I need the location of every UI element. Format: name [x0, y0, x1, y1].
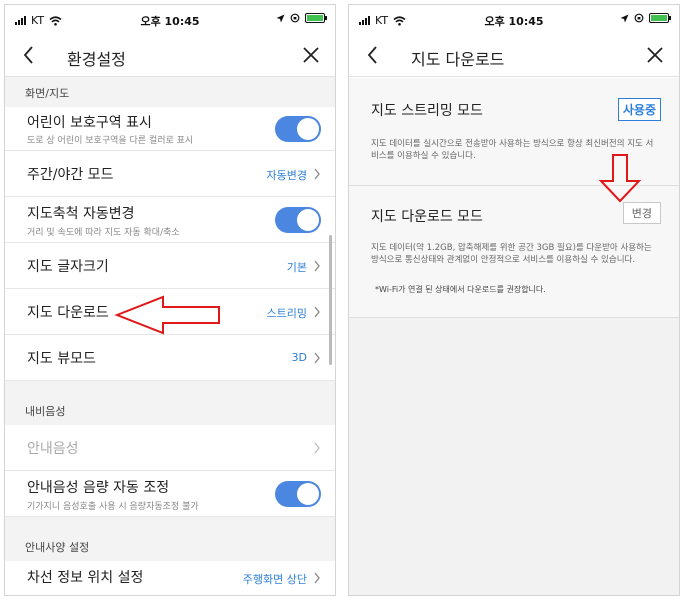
- back-arrow-icon[interactable]: [17, 43, 41, 67]
- row-label: 안내음성 음량 자동 조정: [27, 480, 170, 496]
- row-description: 기가지니 음성호출 사용 시 음량자동조정 불가: [27, 502, 199, 512]
- close-icon[interactable]: [299, 43, 323, 67]
- page-title: 지도 다운로드: [411, 50, 505, 69]
- rotation-lock-icon: [634, 13, 644, 23]
- row-value: 주행화면 상단: [242, 573, 307, 586]
- chevron-right-icon: [314, 168, 320, 180]
- row-lane-info[interactable]: 차선 정보 위치 설정 주행화면 상단: [5, 561, 335, 595]
- chevron-right-icon: [314, 306, 320, 318]
- auto-scale-toggle[interactable]: [275, 207, 321, 233]
- chevron-right-icon: [314, 260, 320, 272]
- location-icon: [276, 14, 285, 22]
- location-icon: [620, 14, 629, 22]
- status-bar: KT 오후 10:45: [349, 5, 679, 35]
- row-value: 기본: [286, 261, 307, 274]
- row-label: 지도 글자크기: [27, 259, 109, 275]
- voice-volume-toggle[interactable]: [275, 481, 321, 507]
- page-title: 환경설정: [67, 50, 126, 69]
- row-label: 지도 다운로드: [27, 305, 109, 321]
- row-child-zone[interactable]: 어린이 보호구역 표시 도로 상 어린이 보호구역을 다른 컬러로 표시: [5, 107, 335, 151]
- download-mode-title: 지도 다운로드 모드: [371, 209, 483, 225]
- chevron-right-icon: [314, 572, 320, 584]
- wifi-recommendation-note: *Wi-Fi가 연결 된 상태에서 다운로드를 권장합니다.: [375, 285, 546, 294]
- row-label: 지도축척 자동변경: [27, 206, 135, 222]
- settings-screen: KT 오후 10:45 환경설정 화면/지도 어린이 보호구역 표시 도로 상 …: [4, 4, 336, 596]
- row-value: 스트리밍: [266, 307, 307, 320]
- download-mode-description: 지도 데이터(약 1.2GB, 압축해제를 위한 공간 3GB 필요)를 다운받…: [371, 243, 652, 265]
- status-bar: KT 오후 10:45: [5, 5, 335, 35]
- map-download-screen: KT 오후 10:45 지도 다운로드 지도 스트리밍 모드 사용중 지도 데이…: [348, 4, 680, 596]
- battery-icon: [305, 13, 327, 23]
- row-value: 자동변경: [266, 169, 307, 182]
- row-map-download[interactable]: 지도 다운로드 스트리밍: [5, 289, 335, 335]
- settings-header: 환경설정: [5, 35, 335, 77]
- row-label: 안내음성: [27, 441, 79, 457]
- download-change-button[interactable]: 변경: [622, 202, 661, 224]
- row-description: 거리 및 속도에 따라 지도 자동 확대/축소: [27, 228, 180, 238]
- chevron-right-icon: [314, 352, 320, 364]
- rotation-lock-icon: [290, 13, 300, 23]
- section-header-display-map: 화면/지도: [5, 77, 335, 107]
- download-options: 지도 스트리밍 모드 사용중 지도 데이터를 실시간으로 전송받아 사용하는 방…: [349, 78, 679, 595]
- row-guide-voice[interactable]: 안내음성: [5, 425, 335, 471]
- section-header-navi-voice: 내비음성: [5, 381, 335, 425]
- row-description: 도로 상 어린이 보호구역을 다른 컬러로 표시: [27, 136, 194, 146]
- row-label: 주간/야간 모드: [27, 167, 114, 183]
- streaming-mode-title: 지도 스트리밍 모드: [371, 103, 483, 119]
- download-header: 지도 다운로드: [349, 35, 679, 77]
- row-view-mode[interactable]: 지도 뷰모드 3D: [5, 335, 335, 381]
- streaming-mode-description: 지도 데이터를 실시간으로 전송받아 사용하는 방식으로 항상 최신버전의 지도…: [371, 139, 654, 161]
- row-label: 어린이 보호구역 표시: [27, 115, 152, 131]
- back-arrow-icon[interactable]: [361, 43, 385, 67]
- row-voice-volume[interactable]: 안내음성 음량 자동 조정 기가지니 음성호출 사용 시 음량자동조정 불가: [5, 471, 335, 517]
- row-label: 차선 정보 위치 설정: [27, 570, 144, 586]
- row-value: 3D: [291, 351, 307, 364]
- chevron-right-icon: [314, 442, 320, 454]
- row-auto-scale[interactable]: 지도축척 자동변경 거리 및 속도에 따라 지도 자동 확대/축소: [5, 197, 335, 243]
- close-icon[interactable]: [643, 43, 667, 67]
- scrollbar[interactable]: [329, 235, 332, 365]
- download-mode-section: 지도 다운로드 모드 변경 지도 데이터(약 1.2GB, 압축해제를 위한 공…: [349, 186, 679, 318]
- streaming-in-use-button[interactable]: 사용중: [617, 98, 661, 121]
- row-font-size[interactable]: 지도 글자크기 기본: [5, 243, 335, 289]
- child-zone-toggle[interactable]: [275, 116, 321, 142]
- battery-icon: [649, 13, 671, 23]
- section-header-guide-spec: 안내사양 설정: [5, 517, 335, 561]
- screenshot-stage: KT 오후 10:45 환경설정 화면/지도 어린이 보호구역 표시 도로 상 …: [0, 0, 685, 600]
- row-day-night-mode[interactable]: 주간/야간 모드 자동변경: [5, 151, 335, 197]
- streaming-mode-section: 지도 스트리밍 모드 사용중 지도 데이터를 실시간으로 전송받아 사용하는 방…: [349, 78, 679, 186]
- row-label: 지도 뷰모드: [27, 351, 96, 367]
